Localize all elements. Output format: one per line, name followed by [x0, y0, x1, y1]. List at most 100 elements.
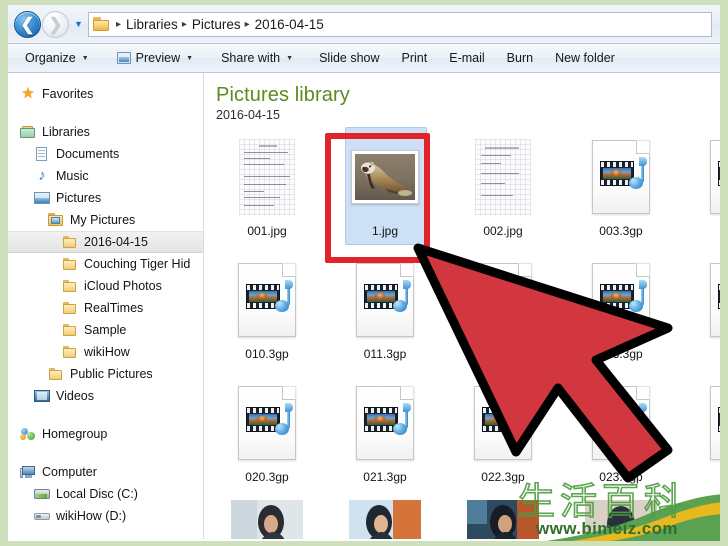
file-item-010[interactable]: 010.3gp	[208, 254, 326, 377]
sidebar-item-sample[interactable]: Sample	[8, 319, 203, 341]
computer-icon	[20, 464, 36, 480]
sidebar-item-label: Public Pictures	[70, 367, 153, 381]
file-name: 012.3gp	[481, 347, 525, 361]
sidebar-item-local-disc-c[interactable]: Local Disc (C:)	[8, 483, 203, 505]
back-button[interactable]: ❮	[14, 10, 41, 38]
thumbnail	[581, 500, 661, 539]
history-dropdown-icon[interactable]: ▼	[71, 12, 86, 36]
breadcrumb-item-2016-04-15[interactable]: 2016-04-15	[255, 17, 324, 32]
chevron-down-icon: ▼	[286, 54, 294, 62]
folder-icon	[62, 322, 78, 338]
file-item-012[interactable]: 012.3gp	[444, 254, 562, 377]
burn-button[interactable]: Burn	[500, 47, 540, 69]
organize-label: Organize	[25, 51, 76, 65]
sidebar-item-wikihow-d[interactable]: wikiHow (D:)	[8, 505, 203, 527]
new-folder-button[interactable]: New folder	[548, 47, 622, 69]
sidebar-item-pictures[interactable]: Pictures	[8, 187, 203, 209]
music-note-icon: ♪	[38, 167, 46, 184]
explorer-body: ★ Favorites Libraries Documents ♪ Music …	[8, 73, 720, 539]
file-item-001[interactable]: 001.jpg	[208, 131, 326, 254]
video-file-icon	[356, 263, 414, 337]
sidebar-item-wikihow[interactable]: wikiHow	[8, 341, 203, 363]
navigation-pane: ★ Favorites Libraries Documents ♪ Music …	[8, 73, 204, 539]
file-name: 022.3gp	[481, 470, 525, 484]
breadcrumb[interactable]: ▸ Libraries ▸ Pictures ▸ 2016-04-15	[88, 11, 712, 37]
breadcrumb-item-pictures[interactable]: Pictures	[192, 17, 241, 32]
organize-button[interactable]: Organize ▼	[18, 47, 96, 69]
thumbnail	[227, 131, 307, 223]
file-name: 010.3gp	[245, 347, 289, 361]
file-item-013[interactable]: 013.3gp	[562, 254, 680, 377]
sidebar-item-icloud-photos[interactable]: iCloud Photos	[8, 275, 203, 297]
page-title: Pictures library	[216, 84, 350, 106]
share-with-label: Share with	[221, 51, 281, 65]
sidebar-item-2016-04-15[interactable]: 2016-04-15	[8, 231, 203, 253]
file-item-021[interactable]: 021.3gp	[326, 377, 444, 500]
photo-thumbnail-ferret	[351, 150, 419, 204]
thumbnail	[699, 377, 720, 469]
file-item-024[interactable]: 02	[680, 377, 720, 500]
sidebar-item-documents[interactable]: Documents	[8, 143, 203, 165]
file-list-pane[interactable]: Pictures library 2016-04-15 001.jpg 1.jp…	[204, 73, 720, 539]
page-border-bottom	[0, 541, 728, 546]
sidebar-item-favorites[interactable]: ★ Favorites	[8, 83, 203, 105]
file-item-photo-b[interactable]	[326, 500, 444, 539]
email-button[interactable]: E-mail	[442, 47, 491, 69]
thumbnail	[699, 131, 720, 223]
breadcrumb-separator: ▸	[181, 18, 187, 30]
file-item-004[interactable]: 00	[680, 131, 720, 254]
thumbnail	[227, 500, 307, 539]
new-folder-label: New folder	[555, 51, 615, 65]
preview-button[interactable]: Preview ▼	[110, 47, 200, 69]
thumbnail	[345, 131, 425, 223]
file-item-photo-e[interactable]	[680, 500, 720, 539]
file-item-023[interactable]: 023.3gp	[562, 377, 680, 500]
file-item-002[interactable]: 002.jpg	[444, 131, 562, 254]
screenshot-root: ❮ ❯ ▼ ▸ Libraries ▸ Pictures ▸ 2016-04-1…	[0, 0, 728, 546]
share-with-button[interactable]: Share with ▼	[214, 47, 300, 69]
file-name: 1.jpg	[371, 224, 399, 238]
file-name: 023.3gp	[599, 470, 643, 484]
video-file-icon	[710, 140, 720, 214]
sidebar-item-videos[interactable]: Videos	[8, 385, 203, 407]
person-photo	[585, 500, 657, 539]
video-file-icon	[592, 386, 650, 460]
page-border-left	[0, 0, 8, 546]
file-item-022[interactable]: 022.3gp	[444, 377, 562, 500]
sidebar-item-label: Documents	[56, 147, 120, 161]
sidebar-item-label: RealTimes	[84, 301, 144, 315]
file-item-003[interactable]: 003.3gp	[562, 131, 680, 254]
breadcrumb-item-libraries[interactable]: Libraries	[126, 17, 178, 32]
file-row: 010.3gp 011.3gp 012.3gp 013.3gp	[208, 254, 720, 377]
folder-icon	[93, 17, 110, 31]
file-item-020[interactable]: 020.3gp	[208, 377, 326, 500]
sidebar-item-libraries[interactable]: Libraries	[8, 121, 203, 143]
file-name: 021.3gp	[363, 470, 407, 484]
file-item-photo-d[interactable]	[562, 500, 680, 539]
file-item-photo-c[interactable]	[444, 500, 562, 539]
sidebar-item-my-pictures[interactable]: My Pictures	[8, 209, 203, 231]
sidebar-item-computer[interactable]: Computer	[8, 461, 203, 483]
chevron-down-icon: ▼	[81, 54, 89, 62]
sidebar-item-public-pictures[interactable]: Public Pictures	[8, 363, 203, 385]
thumbnail	[581, 254, 661, 346]
sidebar-item-couching-tiger-hid[interactable]: Couching Tiger Hid	[8, 253, 203, 275]
video-icon	[34, 388, 50, 404]
sidebar-item-label: iCloud Photos	[84, 279, 162, 293]
sidebar-item-label: Videos	[56, 389, 94, 403]
file-item-011[interactable]: 011.3gp	[326, 254, 444, 377]
thumbnail	[227, 254, 307, 346]
sidebar-item-music[interactable]: ♪ Music	[8, 165, 203, 187]
forward-button[interactable]: ❯	[42, 10, 69, 38]
sidebar-item-homegroup[interactable]: Homegroup	[8, 423, 203, 445]
chevron-down-icon: ▼	[186, 54, 194, 62]
file-item-photo-a[interactable]	[208, 500, 326, 539]
slide-show-button[interactable]: Slide show	[312, 47, 386, 69]
person-photo	[349, 500, 421, 539]
file-item-014[interactable]: 01	[680, 254, 720, 377]
photo-thumbnail	[467, 500, 539, 539]
print-button[interactable]: Print	[395, 47, 435, 69]
file-item-1-jpg[interactable]: 1.jpg	[326, 127, 444, 254]
removable-drive-icon	[34, 508, 50, 524]
sidebar-item-realtimes[interactable]: RealTimes	[8, 297, 203, 319]
